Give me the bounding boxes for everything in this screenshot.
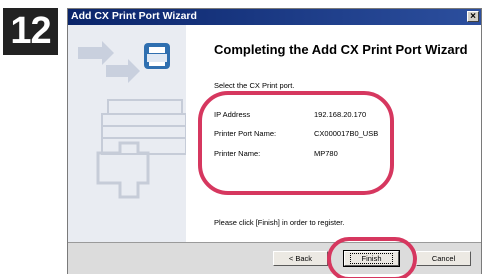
instruction-text: Select the CX Print port. xyxy=(214,81,295,90)
wizard-banner xyxy=(68,25,186,242)
title-bar: Add CX Print Port Wizard × xyxy=(68,9,481,25)
page-title: Completing the Add CX Print Port Wizard xyxy=(214,42,468,57)
back-button[interactable]: < Back xyxy=(273,251,328,266)
wizard-window: Add CX Print Port Wizard × Completing th… xyxy=(67,8,482,278)
button-bar: < Back Finish Cancel xyxy=(68,243,481,274)
register-instruction: Please click [Finish] in order to regist… xyxy=(214,218,345,227)
close-button[interactable]: × xyxy=(467,11,479,22)
wizard-banner-art-icon xyxy=(78,41,186,199)
window-title: Add CX Print Port Wizard xyxy=(71,10,197,22)
finish-highlight-ring xyxy=(327,237,417,278)
step-number-badge: 12 xyxy=(3,8,58,55)
info-highlight-ring xyxy=(198,91,394,195)
cancel-button[interactable]: Cancel xyxy=(416,251,471,266)
